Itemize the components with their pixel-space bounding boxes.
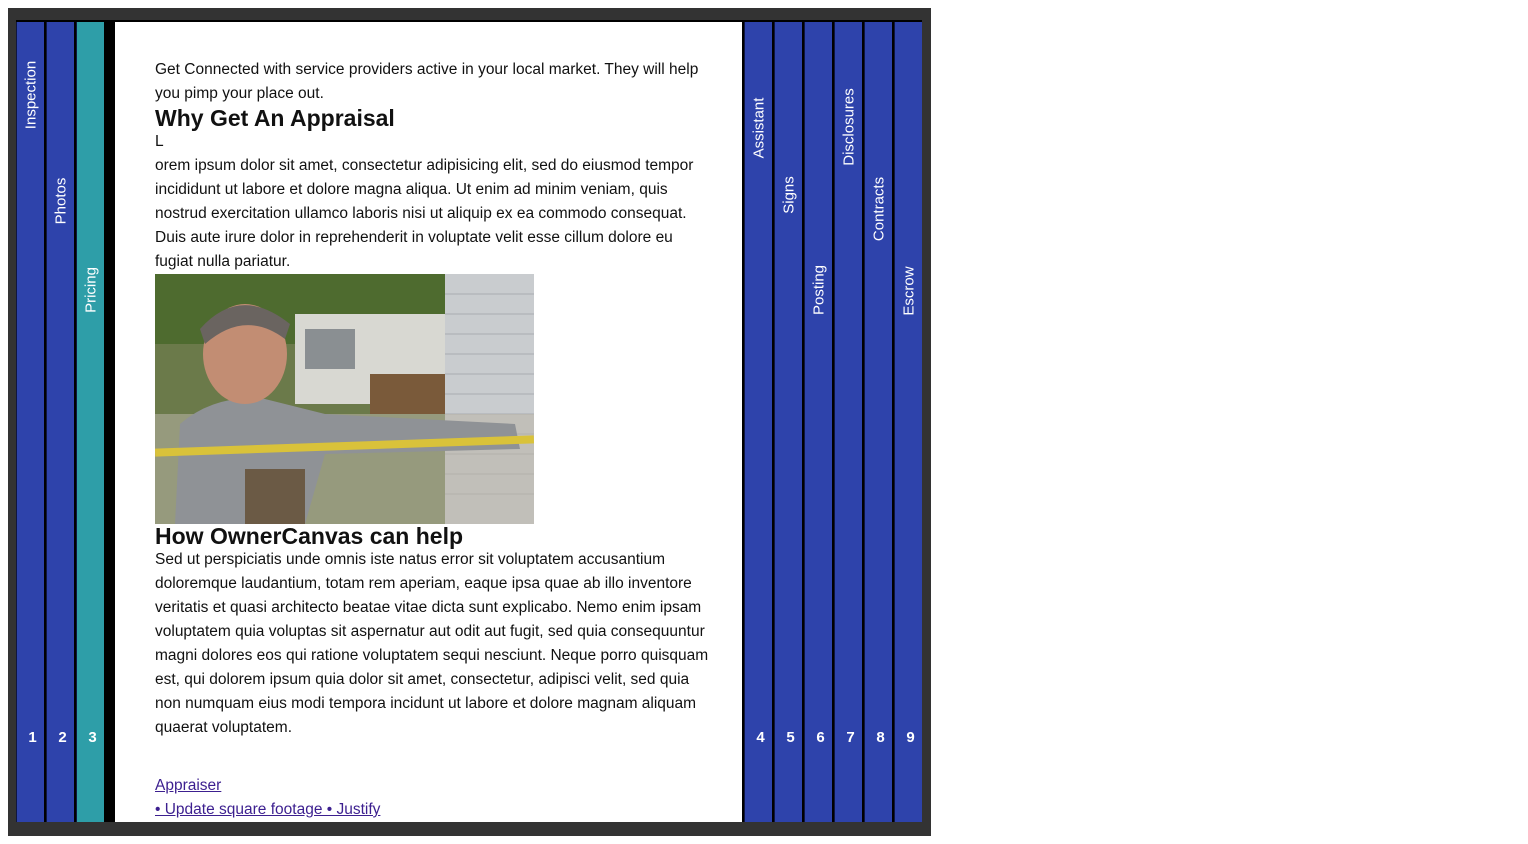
tab-number: 9 — [906, 729, 915, 746]
tab-number: 7 — [846, 729, 855, 746]
accordion-container: Inspection 1 Photos 2 Pricing 3 Get Conn… — [16, 20, 922, 822]
tab-escrow[interactable]: Escrow 9 — [894, 22, 922, 822]
tab-label: Disclosures — [840, 88, 858, 166]
tab-assistant[interactable]: Assistant 4 — [744, 22, 772, 822]
heading-why-appraisal: Why Get An Appraisal — [155, 105, 395, 131]
tab-label: Inspection — [22, 60, 40, 130]
tab-label: Contracts — [870, 176, 888, 242]
heading-how-ownercanvas: How OwnerCanvas can help — [155, 523, 464, 549]
tab-signs[interactable]: Signs 5 — [774, 22, 802, 822]
tab-number: 2 — [58, 729, 67, 746]
link-list: Appraiser • Update square footage • Just… — [155, 774, 715, 822]
tab-label: Photos — [52, 177, 70, 225]
tab-disclosures[interactable]: Disclosures 7 — [834, 22, 862, 822]
tab-number: 3 — [88, 729, 97, 746]
tab-number: 6 — [816, 729, 825, 746]
content-panel: Get Connected with service providers act… — [115, 22, 742, 822]
tab-inspection[interactable]: Inspection 1 — [16, 22, 44, 822]
tab-label: Posting — [810, 264, 828, 316]
tab-label: Assistant — [750, 97, 768, 159]
appraiser-link[interactable]: Appraiser — [155, 774, 715, 798]
tab-number: 1 — [28, 729, 37, 746]
body-paragraph-1: orem ipsum dolor sit amet, consectetur a… — [155, 157, 694, 270]
body-paragraph-2: Sed ut perspiciatis unde omnis iste natu… — [155, 551, 709, 736]
tab-label: Escrow — [900, 266, 918, 316]
tab-number: 8 — [876, 729, 885, 746]
tab-photos[interactable]: Photos 2 — [46, 22, 74, 822]
update-footage-link[interactable]: • Update square footage • Justify — [155, 798, 715, 822]
tab-number: 5 — [786, 729, 795, 746]
tab-pricing[interactable]: Pricing 3 — [76, 22, 104, 822]
tab-label: Signs — [780, 176, 798, 214]
appraiser-measuring-photo — [155, 274, 534, 524]
tab-label: Pricing — [82, 267, 100, 313]
content-body: Get Connected with service providers act… — [155, 58, 715, 822]
tab-posting[interactable]: Posting 6 — [804, 22, 832, 822]
window-frame: Inspection 1 Photos 2 Pricing 3 Get Conn… — [8, 8, 931, 836]
dropcap-letter: L — [155, 133, 164, 150]
tab-contracts[interactable]: Contracts 8 — [864, 22, 892, 822]
tab-number: 4 — [756, 729, 765, 746]
intro-text: Get Connected with service providers act… — [155, 61, 699, 102]
